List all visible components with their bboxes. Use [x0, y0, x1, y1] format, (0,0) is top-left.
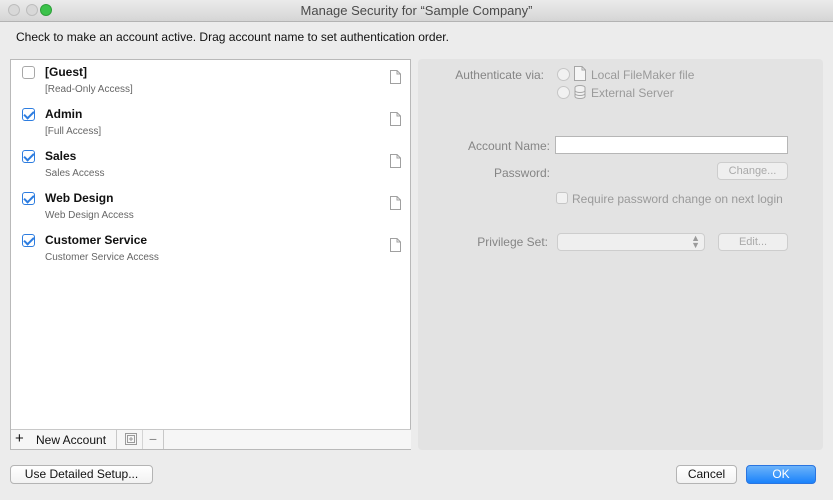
- plus-icon: +: [15, 430, 24, 447]
- account-privilege: [Full Access]: [45, 126, 102, 137]
- document-icon: [390, 238, 401, 252]
- edit-privilege-set-button[interactable]: Edit...: [718, 233, 788, 251]
- remove-account-button[interactable]: −: [142, 430, 164, 449]
- document-icon: [390, 112, 401, 126]
- account-row-admin[interactable]: Admin [Full Access]: [11, 102, 411, 144]
- account-details-panel: Authenticate via: Local FileMaker file E…: [418, 59, 823, 450]
- account-list: [Guest] [Read-Only Access] Admin [Full A…: [10, 59, 411, 450]
- account-name: Admin: [45, 107, 83, 121]
- account-list-toolbar: + New Account −: [11, 429, 411, 449]
- external-server-option-label: External Server: [591, 86, 674, 100]
- authenticate-via-label: Authenticate via:: [455, 68, 544, 82]
- new-account-button[interactable]: + New Account: [11, 430, 117, 449]
- account-row-web-design[interactable]: Web Design Web Design Access: [11, 186, 411, 228]
- require-password-change-checkbox[interactable]: [556, 192, 568, 204]
- database-icon: [574, 85, 586, 99]
- privilege-set-label: Privilege Set:: [477, 235, 548, 249]
- cancel-button[interactable]: Cancel: [676, 465, 737, 484]
- document-icon: [574, 66, 586, 81]
- account-name: Sales: [45, 149, 77, 163]
- account-row-customer-service[interactable]: Customer Service Customer Service Access: [11, 228, 411, 270]
- minus-icon: −: [148, 431, 158, 447]
- account-name-field[interactable]: [555, 136, 788, 154]
- account-active-checkbox[interactable]: [22, 108, 35, 121]
- local-file-option-label: Local FileMaker file: [591, 68, 695, 82]
- account-name: Customer Service: [45, 233, 148, 247]
- use-detailed-setup-button[interactable]: Use Detailed Setup...: [10, 465, 153, 484]
- account-row-guest[interactable]: [Guest] [Read-Only Access]: [11, 60, 411, 102]
- account-active-checkbox[interactable]: [22, 192, 35, 205]
- account-name: Web Design: [45, 191, 114, 205]
- new-account-label: New Account: [36, 433, 107, 447]
- account-row-sales[interactable]: Sales Sales Access: [11, 144, 411, 186]
- require-password-change-label: Require password change on next login: [572, 192, 783, 206]
- document-icon: [390, 154, 401, 168]
- password-label: Password:: [493, 166, 550, 180]
- chevron-up-down-icon: ▲ ▼: [691, 233, 700, 250]
- account-privilege: Sales Access: [45, 168, 105, 179]
- title-bar[interactable]: Manage Security for “Sample Company”: [0, 0, 833, 22]
- account-name-label: Account Name:: [467, 139, 550, 153]
- privilege-set-popup[interactable]: ▲ ▼: [557, 233, 705, 251]
- external-server-radio[interactable]: [557, 86, 570, 99]
- change-password-button[interactable]: Change...: [717, 162, 788, 180]
- local-file-radio[interactable]: [557, 68, 570, 81]
- window-title: Manage Security for “Sample Company”: [300, 3, 533, 18]
- account-privilege: [Read-Only Access]: [45, 84, 133, 95]
- manage-security-window: Manage Security for “Sample Company” Che…: [0, 0, 833, 500]
- account-active-checkbox[interactable]: [22, 66, 35, 79]
- account-active-checkbox[interactable]: [22, 234, 35, 247]
- document-icon: [390, 196, 401, 210]
- account-privilege: Customer Service Access: [45, 252, 159, 263]
- document-icon: [390, 70, 401, 84]
- account-name: [Guest]: [45, 65, 87, 79]
- account-active-checkbox[interactable]: [22, 150, 35, 163]
- duplicate-icon[interactable]: [125, 433, 137, 445]
- ok-button[interactable]: OK: [746, 465, 816, 484]
- account-privilege: Web Design Access: [45, 210, 134, 221]
- instructions-text: Check to make an account active. Drag ac…: [16, 30, 449, 44]
